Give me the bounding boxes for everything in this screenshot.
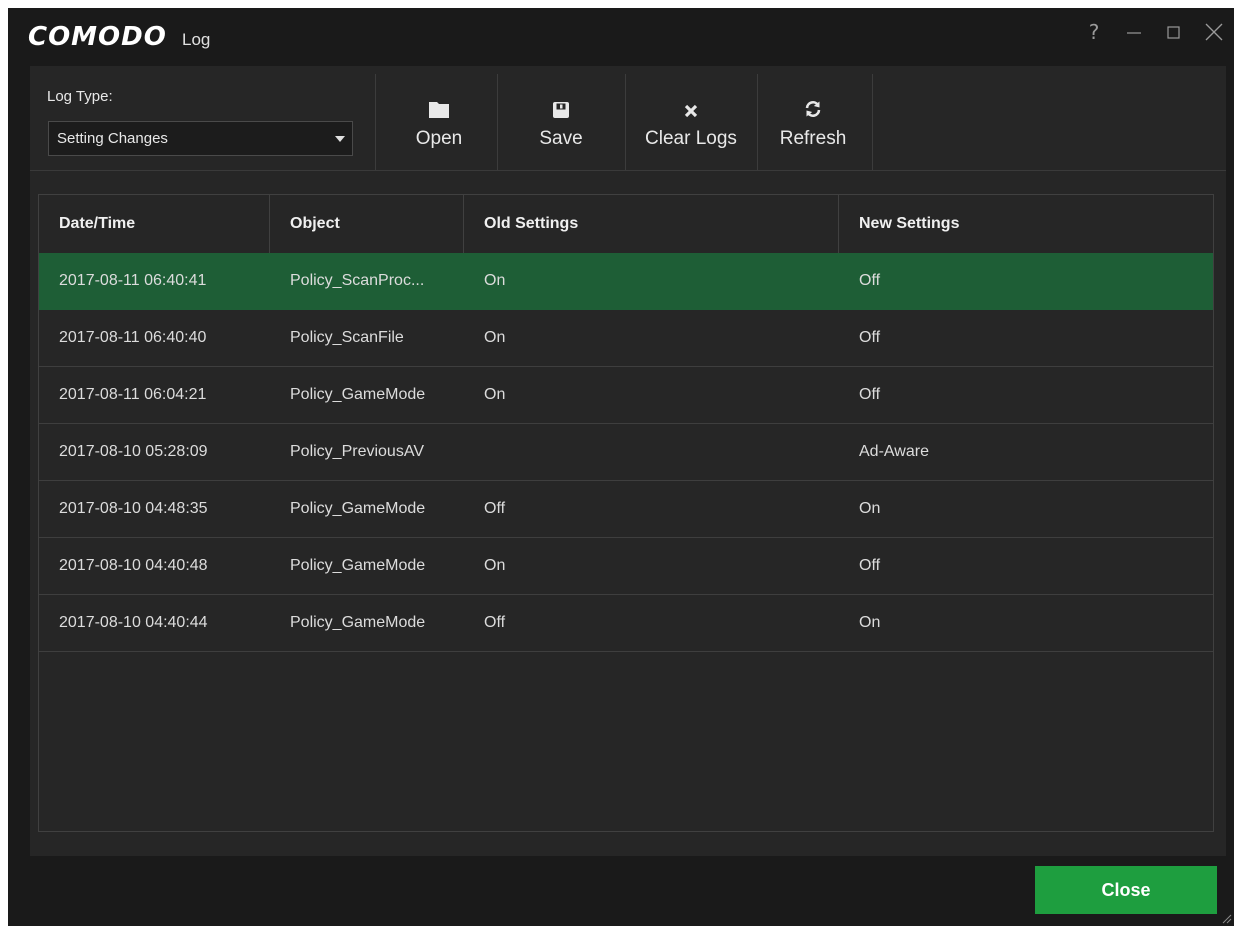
folder-icon	[429, 88, 449, 118]
column-header-old-settings[interactable]: Old Settings	[464, 195, 839, 253]
close-icon	[1205, 23, 1223, 41]
table-row[interactable]: 2017-08-10 04:40:48 Policy_GameMode On O…	[39, 538, 1213, 595]
cell-datetime: 2017-08-10 04:40:48	[59, 557, 208, 574]
cell-old-settings: On	[484, 386, 506, 403]
cell-old-settings: Off	[484, 614, 506, 631]
cell-datetime: 2017-08-10 04:48:35	[59, 500, 208, 517]
column-header-new-settings[interactable]: New Settings	[839, 195, 1213, 253]
resize-grip-icon[interactable]	[1220, 912, 1232, 924]
maximize-icon	[1167, 26, 1180, 39]
cell-new-settings: Off	[859, 329, 881, 346]
cell-new-settings: Off	[859, 272, 881, 289]
log-type-label: Log Type:	[47, 88, 113, 105]
open-label: Open	[415, 128, 463, 149]
table-row[interactable]: 2017-08-11 06:04:21 Policy_GameMode On O…	[39, 367, 1213, 424]
refresh-label: Refresh	[779, 128, 847, 149]
minimize-icon	[1127, 32, 1141, 34]
title-bar[interactable]: COMODO Log ?	[8, 8, 1234, 68]
cell-datetime: 2017-08-10 04:40:44	[59, 614, 208, 631]
maximize-button[interactable]	[1154, 18, 1194, 46]
cell-new-settings: Off	[859, 557, 881, 574]
cell-datetime: 2017-08-10 05:28:09	[59, 443, 208, 460]
cell-datetime: 2017-08-11 06:04:21	[59, 386, 207, 403]
cell-old-settings: On	[484, 557, 506, 574]
cell-old-settings: On	[484, 272, 506, 289]
save-label: Save	[539, 128, 583, 149]
refresh-icon	[804, 88, 822, 118]
close-window-button[interactable]	[1194, 18, 1234, 46]
cell-object: Policy_ScanProc...	[290, 272, 425, 289]
log-type-value: Setting Changes	[57, 130, 168, 147]
minimize-button[interactable]	[1114, 18, 1154, 46]
column-header-object[interactable]: Object	[270, 195, 464, 253]
cell-datetime: 2017-08-11 06:40:40	[59, 329, 207, 346]
cell-old-settings: Off	[484, 500, 506, 517]
clear-logs-label: Clear Logs	[645, 128, 737, 149]
table-header: Date/Time Object Old Settings New Settin…	[39, 195, 1213, 253]
cell-object: Policy_ScanFile	[290, 329, 404, 346]
cell-old-settings: On	[484, 329, 506, 346]
column-header-datetime[interactable]: Date/Time	[39, 195, 270, 253]
table-body: 2017-08-11 06:40:41 Policy_ScanProc... O…	[39, 253, 1213, 652]
log-panel: Log Type: Setting Changes Open Save Clea…	[30, 66, 1226, 856]
open-button[interactable]: Open	[385, 88, 493, 166]
toolbar-divider	[625, 74, 626, 170]
cell-new-settings: Ad-Aware	[859, 443, 929, 460]
cell-new-settings: Off	[859, 386, 881, 403]
chevron-down-icon	[328, 135, 352, 142]
cell-object: Policy_GameMode	[290, 557, 426, 574]
close-button[interactable]: Close	[1035, 866, 1217, 914]
clear-logs-button[interactable]: Clear Logs	[630, 88, 752, 166]
table-row[interactable]: 2017-08-10 04:40:44 Policy_GameMode Off …	[39, 595, 1213, 652]
help-icon: ?	[1088, 20, 1100, 44]
cell-object: Policy_GameMode	[290, 614, 426, 631]
cell-datetime: 2017-08-11 06:40:41	[59, 272, 207, 289]
toolbar-divider	[497, 74, 498, 170]
table-row[interactable]: 2017-08-10 05:28:09 Policy_PreviousAV Ad…	[39, 424, 1213, 481]
log-window: COMODO Log ? Log Type: Setting Changes O…	[8, 8, 1234, 926]
cell-object: Policy_GameMode	[290, 500, 426, 517]
floppy-disk-icon	[553, 88, 569, 118]
log-table: Date/Time Object Old Settings New Settin…	[38, 194, 1214, 832]
toolbar-divider	[757, 74, 758, 170]
x-icon	[684, 88, 698, 118]
table-row[interactable]: 2017-08-10 04:48:35 Policy_GameMode Off …	[39, 481, 1213, 538]
toolbar-divider	[872, 74, 873, 170]
toolbar-divider	[375, 74, 376, 170]
log-type-dropdown[interactable]: Setting Changes	[48, 121, 353, 156]
window-controls: ?	[1074, 18, 1234, 48]
toolbar: Log Type: Setting Changes Open Save Clea…	[30, 66, 1226, 171]
cell-object: Policy_GameMode	[290, 386, 426, 403]
table-row[interactable]: 2017-08-11 06:40:41 Policy_ScanProc... O…	[39, 253, 1213, 310]
save-button[interactable]: Save	[505, 88, 617, 166]
cell-new-settings: On	[859, 500, 881, 517]
window-title: Log	[182, 30, 211, 49]
comodo-logo: COMODO	[28, 22, 167, 52]
cell-new-settings: On	[859, 614, 881, 631]
help-button[interactable]: ?	[1074, 18, 1114, 46]
refresh-button[interactable]: Refresh	[763, 88, 863, 166]
cell-object: Policy_PreviousAV	[290, 443, 424, 460]
table-row[interactable]: 2017-08-11 06:40:40 Policy_ScanFile On O…	[39, 310, 1213, 367]
